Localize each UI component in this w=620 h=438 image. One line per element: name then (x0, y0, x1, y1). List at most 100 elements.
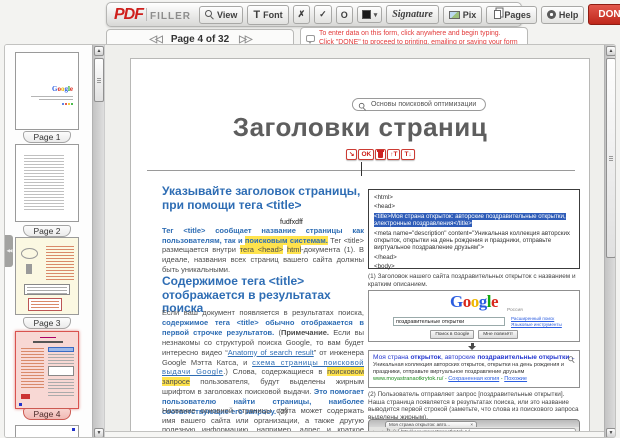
pix-button-label: Pix (463, 10, 477, 20)
check-annotation-button[interactable]: ✓ (314, 5, 332, 24)
similar-link: Похожие (504, 376, 527, 382)
circle-annotation-button[interactable]: O (336, 6, 353, 24)
advanced-search-link: Расширенный поиск (511, 316, 562, 322)
thumb-text-block (48, 392, 74, 398)
thumb-text-block (24, 155, 64, 211)
typed-text[interactable]: fudfxdff (280, 219, 303, 226)
google-screenshot: Google Россия поздравительные открытки Р… (368, 290, 580, 342)
view-button[interactable]: View (199, 6, 243, 24)
pdffiller-logo: PDF FILLER (114, 6, 191, 24)
pix-button[interactable]: Pix (443, 6, 483, 24)
thumbnail-page-2[interactable] (15, 144, 79, 222)
pages-button-label: Pages (504, 10, 531, 20)
thumbnail-page-4-active[interactable] (15, 331, 79, 409)
thumb-title-line (33, 341, 63, 343)
google-region-label: Россия (507, 308, 523, 313)
font-increase-button[interactable]: ↑T (387, 149, 400, 160)
text-run: .) Слова, содержащиеся в (223, 367, 327, 376)
caption-2: (2) Пользователь отправляет запрос [позд… (368, 391, 580, 421)
browser-tab: Моя страна открыток: авто... × (385, 421, 477, 427)
code-line: </head> (374, 254, 574, 261)
signature-button-label: Signature (392, 9, 433, 20)
scroll-down-button[interactable]: ▼ (94, 428, 104, 438)
caption-1: (1) Заголовок нашего сайта поздравительн… (368, 273, 580, 288)
sidebar-scrollbar[interactable]: ▲ ▼ (92, 45, 104, 438)
document-area[interactable]: Основы поисковой оптимизации Заголовки с… (105, 45, 604, 431)
code-selected-title: <title>Моя страна открыток: авторские по… (374, 213, 574, 228)
logo-pdf-text: PDF (114, 6, 143, 24)
seo-basics-badge: Основы поисковой оптимизации (352, 98, 486, 111)
html-code-box: <html> <head> <title>Моя страна открыток… (368, 189, 580, 269)
help-button[interactable]: Help (541, 6, 585, 24)
badge-label: Основы поисковой оптимизации (371, 101, 476, 108)
thumb-figure-sketch (26, 264, 32, 274)
thumbnail-page-1[interactable]: Google (15, 52, 79, 130)
thumb-text-block (27, 287, 67, 294)
result-url: www.moyastranaotkrytok.ru/ (373, 376, 443, 382)
hint-line1: To enter data on this form, click anywhe… (319, 30, 518, 39)
code-line: <body> (374, 263, 574, 270)
thumb-line (39, 99, 73, 100)
thumbnail-page-3[interactable] (15, 237, 79, 315)
paragraph-1: Тег <title> сообщает название страницы к… (162, 226, 364, 275)
top-toolbar: PDF FILLER View T Font ✗ ✓ O ▾ Signature… (106, 2, 522, 27)
bold-query-word: открыток (410, 354, 441, 361)
thumb-box (24, 284, 70, 295)
font-t-icon: T (253, 9, 260, 21)
help-icon (547, 10, 556, 19)
page-3-label[interactable]: Page 3 (23, 317, 71, 329)
close-icon: × (470, 422, 473, 427)
cross-annotation-button[interactable]: ✗ (293, 5, 311, 24)
content-frame: Google Page 1 Page 2 Pa (4, 44, 616, 438)
google-side-links: Расширенный поиск Языковые инструменты (511, 316, 562, 327)
thumb-line (31, 96, 73, 97)
check-icon: ✓ (319, 9, 327, 20)
page-1-label[interactable]: Page 1 (23, 131, 71, 143)
scroll-up-button[interactable]: ▲ (94, 46, 104, 56)
dot (68, 103, 70, 105)
pages-button[interactable]: Pages (486, 6, 537, 24)
thumb-text-block (48, 379, 74, 389)
document-page[interactable]: Основы поисковой оптимизации Заголовки с… (130, 58, 590, 432)
magnifier-icon (359, 103, 366, 110)
text-run: Если ваш документ появляется в результат… (162, 308, 364, 317)
page-4-label[interactable]: Page 4 (23, 408, 71, 420)
thumb-blue-mark (72, 428, 75, 431)
thumbnail-page-5[interactable] (15, 425, 79, 438)
page-2-label[interactable]: Page 2 (23, 225, 71, 237)
google-buttons: Поиск в Google Мне повезёт! (369, 330, 579, 339)
main-scrollbar[interactable]: ▲ ▼ (604, 45, 616, 438)
help-button-label: Help (559, 10, 579, 20)
paragraph-2: Если ваш документ появляется в результат… (162, 308, 364, 417)
scrollbar-thumb[interactable] (94, 58, 104, 102)
paragraph-3: Название основной страницы сайта может с… (162, 406, 364, 432)
thumbnail-sidebar: Google Page 1 Page 2 Pa (5, 45, 105, 438)
down-arrow-icon (468, 343, 477, 350)
highlighted-text: тега <head> (240, 245, 283, 254)
font-button[interactable]: T Font (247, 5, 288, 25)
font-decrease-button[interactable]: T↓ (401, 149, 414, 160)
speech-bubble-icon (306, 35, 315, 42)
thumb-colored-lines (31, 301, 59, 310)
bottom-strip (105, 431, 604, 438)
thumb-chart-box (28, 298, 62, 311)
browser-tab-title: Моя страна открыток: авто... (389, 422, 450, 427)
next-page-button[interactable]: ▷▷ (239, 34, 250, 45)
delete-button[interactable] (375, 149, 386, 160)
page-indicator: Page 4 of 32 (171, 34, 229, 45)
ok-button[interactable]: OK (358, 149, 374, 160)
signature-button[interactable]: Signature (386, 5, 439, 24)
thumb-google-box (48, 366, 74, 376)
scroll-up-button[interactable]: ▲ (606, 46, 616, 56)
scrollbar-thumb[interactable] (606, 58, 616, 258)
sidebar-collapse-handle[interactable]: ◀◀ (5, 235, 13, 267)
text-run: , авторские (441, 354, 477, 361)
scroll-down-button[interactable]: ▼ (606, 428, 616, 438)
move-cursor-button[interactable]: ↘ (346, 149, 357, 160)
done-button[interactable]: DONE (588, 4, 620, 25)
color-picker-button[interactable]: ▾ (357, 6, 383, 23)
previous-page-button[interactable]: ◁◁ (149, 34, 160, 45)
bold-query-word: поздравительные открытки (477, 354, 569, 361)
search-result-url-line: www.moyastranaotkrytok.ru/ - Сохраненная… (373, 376, 575, 382)
text-run: Моя страна (373, 354, 410, 361)
